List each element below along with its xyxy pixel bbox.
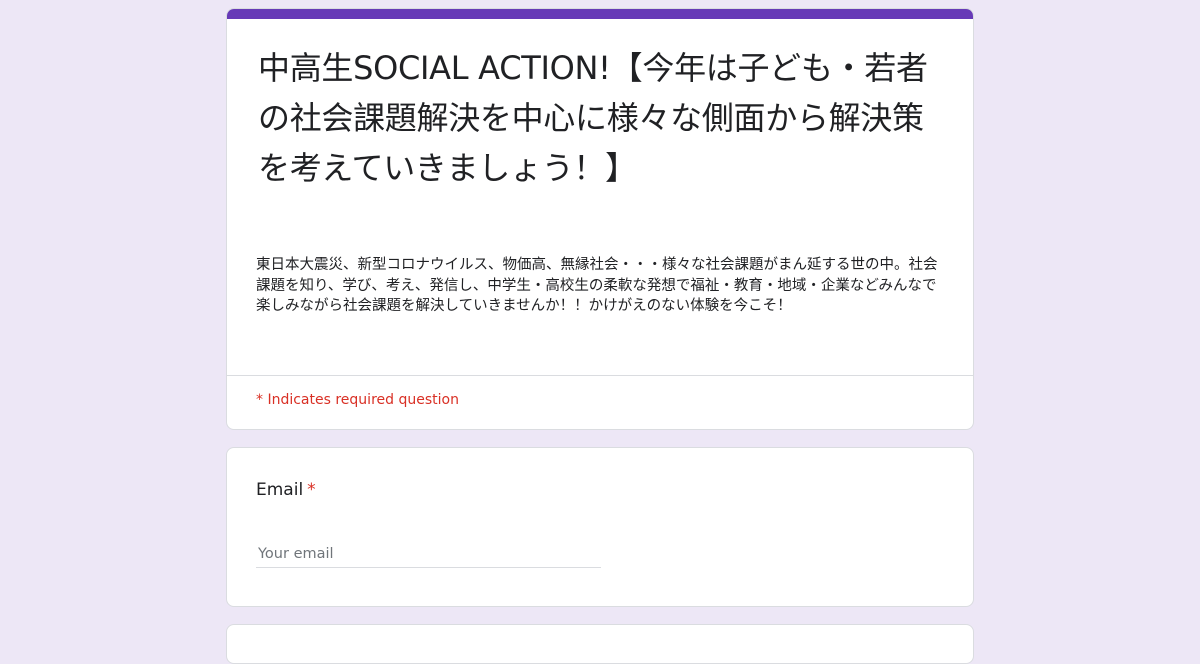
required-asterisk: * xyxy=(307,480,316,500)
email-question-label: Email xyxy=(256,480,304,500)
header-divider xyxy=(227,375,973,376)
next-question-card xyxy=(226,624,974,664)
form-header-card: 中高生SOCIAL ACTION!【今年は子ども・若者の社会課題解決を中心に様々… xyxy=(226,8,974,430)
form-title: 中高生SOCIAL ACTION!【今年は子ども・若者の社会課題解決を中心に様々… xyxy=(258,49,928,187)
form-description: 東日本大震災、新型コロナウイルス、物価高、無縁社会・・・様々な社会課題がまん延す… xyxy=(256,257,938,314)
email-input[interactable] xyxy=(256,540,601,568)
email-question-title: Email * xyxy=(256,478,316,502)
required-question-note: * Indicates required question xyxy=(256,392,459,408)
email-question-card: Email * xyxy=(226,447,974,607)
form-accent-bar xyxy=(227,9,973,19)
form-container: 中高生SOCIAL ACTION!【今年は子ども・若者の社会課題解決を中心に様々… xyxy=(226,8,974,664)
